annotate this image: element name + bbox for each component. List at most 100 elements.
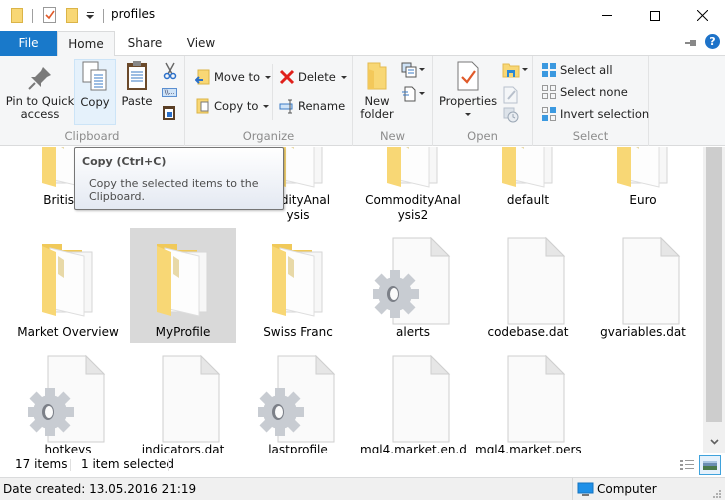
rename-button[interactable]: Rename bbox=[279, 95, 345, 117]
file-name-line1: MyProfile bbox=[155, 325, 211, 339]
open-group: Properties Open bbox=[433, 56, 533, 146]
new-item-icon bbox=[401, 62, 417, 78]
help-icon[interactable]: ? bbox=[705, 34, 720, 49]
file-name-line1: CommodityAnal bbox=[365, 193, 461, 207]
new-group-label: New bbox=[379, 129, 406, 143]
file-item[interactable]: CommodityAnal ysis2 bbox=[360, 147, 466, 222]
tab-file[interactable]: File bbox=[0, 31, 57, 56]
file-icon bbox=[475, 236, 581, 326]
copy-to-button[interactable]: Copy to bbox=[195, 95, 270, 117]
paste-shortcut-icon[interactable] bbox=[163, 106, 175, 120]
paste-button[interactable]: Paste bbox=[118, 59, 156, 108]
file-icon bbox=[590, 236, 696, 326]
customize-dropdown-icon[interactable] bbox=[86, 11, 95, 20]
file-item[interactable]: MyProfile bbox=[130, 228, 236, 343]
copy-icon bbox=[82, 61, 107, 91]
new-folder-button[interactable]: New folder bbox=[357, 59, 397, 121]
file-item[interactable]: gvariables.dat bbox=[590, 228, 696, 343]
pin-to-quick-access-button[interactable]: Pin to Quick access bbox=[4, 59, 76, 121]
properties-icon[interactable] bbox=[43, 7, 56, 23]
file-name-line1: mql4.market.en.d bbox=[360, 443, 467, 453]
scrollbar-thumb[interactable] bbox=[706, 147, 722, 422]
file-name: codebase.dat bbox=[475, 325, 581, 340]
edit-button[interactable] bbox=[503, 86, 519, 104]
title-bar: profiles bbox=[0, 0, 725, 31]
file-item[interactable]: Swiss Franc bbox=[245, 228, 351, 343]
new-group: New folder New bbox=[353, 56, 433, 146]
file-item[interactable]: Market Overview bbox=[15, 228, 121, 343]
invert-selection-label: Invert selection bbox=[560, 107, 650, 121]
minimize-button[interactable] bbox=[584, 0, 630, 31]
file-name: mql4.market.pers bbox=[475, 443, 582, 453]
copy-to-icon bbox=[195, 98, 211, 114]
folder-icon bbox=[475, 147, 581, 189]
file-name-line1: mql4.market.pers bbox=[475, 443, 582, 453]
tab-view[interactable]: View bbox=[176, 31, 226, 56]
open-button[interactable] bbox=[502, 62, 528, 80]
file-icon bbox=[360, 354, 466, 444]
resize-grip[interactable] bbox=[712, 488, 722, 498]
vertical-scrollbar[interactable] bbox=[703, 147, 725, 453]
copy-button[interactable]: Copy bbox=[74, 59, 116, 125]
file-name: Market Overview bbox=[15, 325, 121, 340]
pin-label-line2: access bbox=[20, 107, 60, 121]
select-none-button[interactable]: Select none bbox=[541, 81, 628, 103]
tab-share[interactable]: Share bbox=[120, 31, 170, 56]
file-name-line2: ysis2 bbox=[397, 208, 429, 222]
details-view-button[interactable] bbox=[678, 456, 696, 474]
tab-home[interactable]: Home bbox=[57, 31, 115, 57]
file-name-line1: default bbox=[506, 193, 550, 207]
file-item[interactable]: hotkeys bbox=[15, 346, 121, 453]
move-to-button[interactable]: Move to bbox=[195, 66, 272, 88]
tooltip-body-line1: Copy the selected items to the bbox=[89, 177, 259, 190]
file-name-line1: Euro bbox=[629, 193, 657, 207]
file-item[interactable]: codebase.dat bbox=[475, 228, 581, 343]
cut-icon[interactable] bbox=[162, 62, 178, 80]
minimize-icon bbox=[602, 15, 612, 16]
history-button[interactable] bbox=[503, 107, 519, 123]
file-name: MyProfile bbox=[130, 325, 236, 340]
properties-label: Properties bbox=[438, 94, 498, 108]
file-item[interactable]: indicators.dat bbox=[130, 346, 236, 453]
copy-to-label: Copy to bbox=[214, 99, 259, 113]
file-name-line1: hotkeys bbox=[44, 443, 92, 453]
maximize-button[interactable] bbox=[632, 0, 678, 31]
properties-icon bbox=[457, 61, 479, 91]
file-item[interactable]: Euro bbox=[590, 147, 696, 222]
folder-icon bbox=[11, 8, 23, 23]
tooltip-title: Copy (Ctrl+C) bbox=[82, 155, 167, 168]
select-group-label: Select bbox=[572, 129, 609, 143]
new-item-button[interactable] bbox=[401, 62, 425, 80]
details-separator bbox=[572, 478, 573, 500]
pin-ribbon-icon[interactable] bbox=[685, 40, 697, 46]
invert-selection-button[interactable]: Invert selection bbox=[541, 103, 649, 125]
organize-group-label: Organize bbox=[242, 129, 295, 143]
file-item[interactable]: lastprofile bbox=[245, 346, 351, 453]
file-item[interactable]: mql4.market.en.d bbox=[360, 346, 467, 453]
paste-icon bbox=[127, 61, 147, 90]
new-folder-icon[interactable] bbox=[66, 8, 78, 23]
close-button[interactable] bbox=[679, 0, 725, 31]
folder-icon bbox=[15, 238, 121, 318]
folder-icon bbox=[590, 147, 696, 189]
large-icons-view-button[interactable] bbox=[699, 455, 721, 475]
open-group-label: Open bbox=[467, 129, 498, 143]
copy-path-icon[interactable]: \\... bbox=[162, 88, 177, 97]
open-icon bbox=[502, 63, 520, 78]
delete-icon bbox=[279, 69, 295, 85]
status-separator bbox=[168, 459, 169, 471]
file-name: alerts bbox=[360, 325, 466, 340]
file-item[interactable]: mql4.market.pers bbox=[475, 346, 582, 453]
select-all-icon bbox=[541, 62, 557, 78]
file-item[interactable]: default bbox=[475, 147, 581, 222]
select-all-button[interactable]: Select all bbox=[541, 59, 613, 81]
file-name-line1: codebase.dat bbox=[487, 325, 569, 339]
easy-access-button[interactable] bbox=[401, 86, 425, 104]
delete-button[interactable]: Delete bbox=[279, 66, 347, 88]
file-item[interactable]: alerts bbox=[360, 228, 466, 343]
scroll-down-arrow[interactable] bbox=[706, 435, 722, 451]
folder-icon bbox=[360, 147, 466, 189]
file-name: lastprofile bbox=[245, 443, 351, 453]
properties-button[interactable]: Properties bbox=[437, 59, 499, 121]
organize-group: Move to Copy to Delete Rename Organize bbox=[185, 56, 353, 146]
